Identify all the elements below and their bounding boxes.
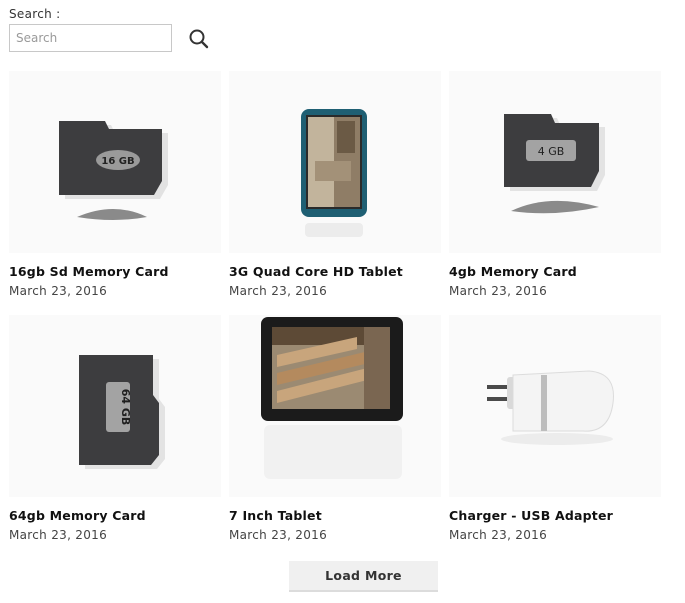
product-date: March 23, 2016 [229, 528, 328, 542]
product-date: March 23, 2016 [449, 284, 548, 298]
search-button[interactable] [186, 26, 212, 52]
product-image[interactable]: 64 GB [9, 315, 221, 497]
product-date: March 23, 2016 [229, 284, 328, 298]
product-title[interactable]: 4gb Memory Card [449, 264, 577, 279]
load-more-button[interactable]: Load More [289, 561, 438, 592]
product-date: March 23, 2016 [9, 528, 108, 542]
product-image[interactable] [449, 315, 661, 497]
product-date: March 23, 2016 [449, 528, 548, 542]
product-date: March 23, 2016 [9, 284, 108, 298]
product-title[interactable]: 64gb Memory Card [9, 508, 146, 523]
product-title[interactable]: 16gb Sd Memory Card [9, 264, 169, 279]
product-title[interactable]: Charger - USB Adapter [449, 508, 613, 523]
search-label: Search : [9, 7, 61, 21]
card-capacity-label: 64 GB [119, 389, 132, 426]
product-image[interactable] [229, 71, 441, 253]
card-capacity-label: 4 GB [538, 145, 565, 158]
search-icon [189, 29, 209, 49]
card-capacity-label: 16 GB [101, 156, 134, 167]
search-input[interactable] [9, 24, 172, 52]
product-image[interactable]: 4 GB [449, 71, 661, 253]
product-image[interactable] [229, 315, 441, 497]
product-title[interactable]: 7 Inch Tablet [229, 508, 322, 523]
product-image[interactable]: 16 GB [9, 71, 221, 253]
product-title[interactable]: 3G Quad Core HD Tablet [229, 264, 403, 279]
